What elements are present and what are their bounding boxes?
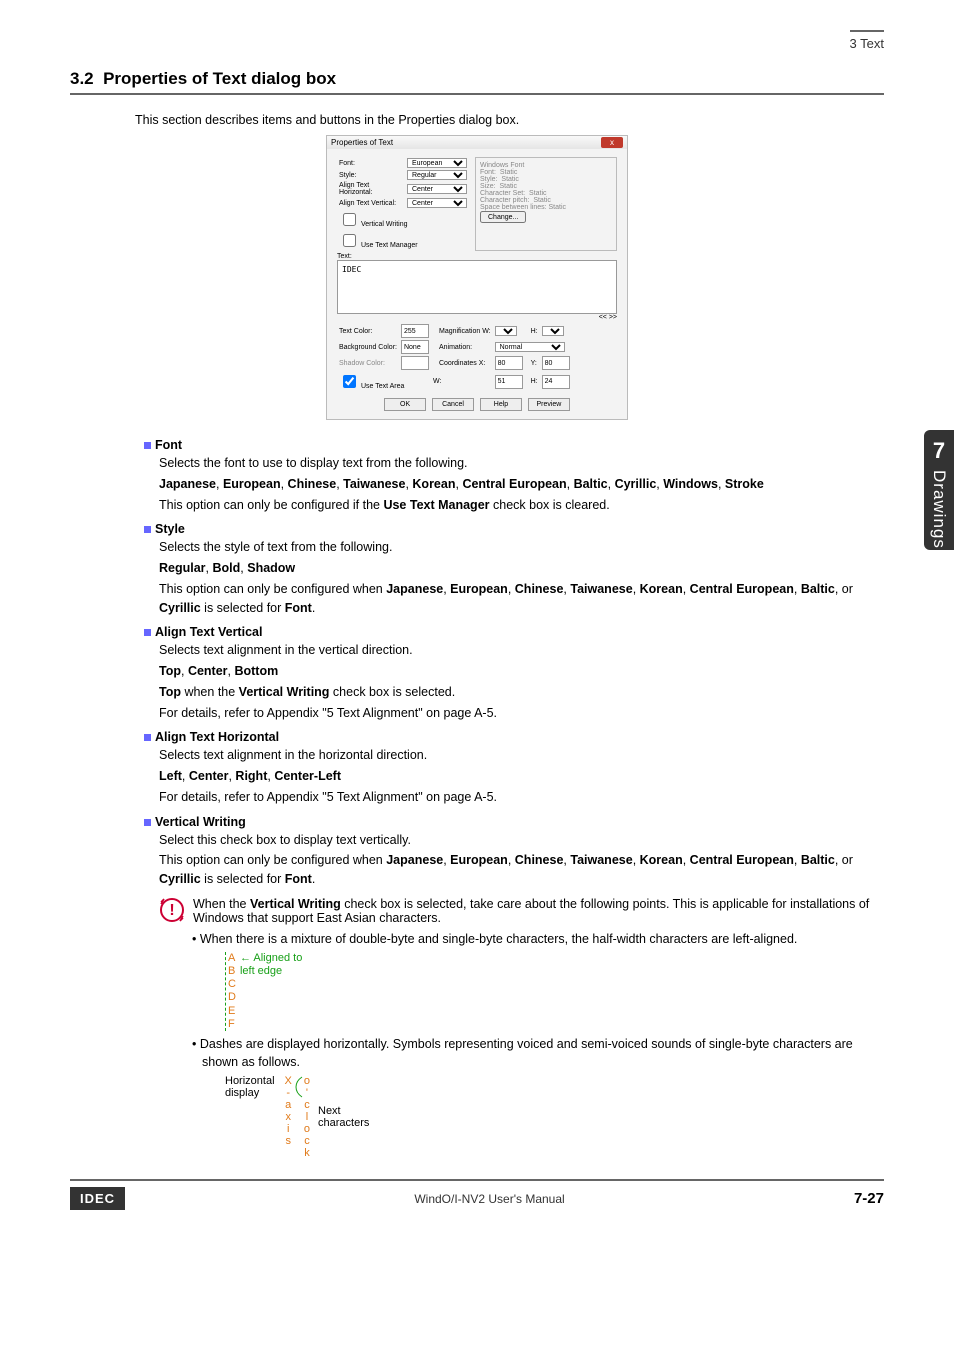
vw-checkbox[interactable]: [343, 213, 356, 226]
font-select[interactable]: European: [407, 158, 467, 168]
logo: IDEC: [70, 1187, 125, 1210]
text-area[interactable]: IDEC: [337, 260, 617, 314]
help-button[interactable]: Help: [480, 398, 522, 411]
ath-select[interactable]: Center: [407, 184, 467, 194]
bullet-icon: [144, 629, 151, 636]
group-title: Windows Font: [480, 162, 612, 169]
bullet-icon: [144, 526, 151, 533]
magw-select[interactable]: 1: [495, 326, 517, 336]
bg-label: Background Color:: [337, 339, 399, 355]
h-input[interactable]: [542, 375, 570, 389]
warning-note: ! When the Vertical Writing check box is…: [159, 897, 884, 926]
uta-checkbox[interactable]: [343, 375, 356, 388]
utm-checkbox[interactable]: [343, 234, 356, 247]
svg-text:!: !: [169, 902, 174, 919]
intro-text: This section describes items and buttons…: [135, 113, 884, 127]
bg-input[interactable]: [401, 340, 429, 354]
y-input[interactable]: [542, 356, 570, 370]
footer: IDEC WindO/I-NV2 User's Manual 7-27: [70, 1179, 884, 1210]
section-title: 3.2 Properties of Text dialog box: [70, 69, 884, 95]
side-tab: 7 Drawings: [924, 430, 954, 550]
sc-label: Shadow Color:: [337, 355, 399, 371]
dialog-screenshot: Properties of Textx Font:European Style:…: [326, 135, 628, 420]
style-label: Style:: [337, 169, 405, 181]
tc-label: Text Color:: [337, 323, 399, 339]
chapter-header: 3 Text: [70, 30, 884, 51]
ath-label: Align Text Horizontal:: [337, 181, 405, 197]
text-label: Text:: [337, 253, 617, 260]
font-label: Font:: [337, 157, 405, 169]
dialog-titlebar: Properties of Textx: [327, 136, 627, 149]
cancel-button[interactable]: Cancel: [432, 398, 474, 411]
atv-item: Align Text Vertical: [144, 625, 884, 639]
x-input[interactable]: [495, 356, 523, 370]
style-select[interactable]: Regular: [407, 170, 467, 180]
style-item: Style: [144, 522, 884, 536]
tc-input[interactable]: [401, 324, 429, 338]
anim-select[interactable]: Normal: [495, 342, 565, 352]
bullet-icon: [144, 734, 151, 741]
atv-select[interactable]: Center: [407, 198, 467, 208]
warning-icon: !: [159, 897, 185, 926]
sc-input: [401, 356, 429, 370]
magh-select[interactable]: 1: [542, 326, 564, 336]
ok-button[interactable]: OK: [384, 398, 426, 411]
ath-item: Align Text Horizontal: [144, 730, 884, 744]
close-icon: x: [601, 137, 623, 148]
font-item: Font: [144, 438, 884, 452]
w-input[interactable]: [495, 375, 523, 389]
bullet-icon: [144, 819, 151, 826]
preview-button[interactable]: Preview: [528, 398, 570, 411]
change-button[interactable]: Change...: [480, 211, 526, 223]
vw-item: Vertical Writing: [144, 815, 884, 829]
atv-label: Align Text Vertical:: [337, 197, 405, 209]
bullet-icon: [144, 442, 151, 449]
